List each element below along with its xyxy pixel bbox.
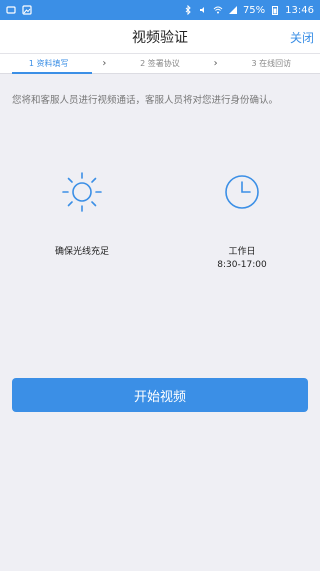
mute-icon xyxy=(199,7,204,13)
sun-icon xyxy=(62,172,102,212)
intro-text: 您将和客服人员进行视频通话，客服人员将对您进行身份确认。 xyxy=(12,95,279,106)
step-sign-agreement: 2 签署协议 xyxy=(140,59,180,68)
chevron-right-icon: › xyxy=(102,58,107,69)
notification-icon xyxy=(6,6,16,14)
bluetooth-icon xyxy=(185,5,191,15)
status-left xyxy=(6,5,32,15)
status-bar: 75% 13:46 xyxy=(0,0,320,20)
battery-icon xyxy=(272,6,279,15)
signal-icon xyxy=(228,6,237,14)
active-step-underline xyxy=(12,72,92,74)
wifi-icon xyxy=(213,6,223,14)
feature-lighting: 确保光线充足 xyxy=(22,170,142,259)
page-title: 视频验证 xyxy=(132,29,188,46)
image-icon xyxy=(22,5,32,15)
feature-working-hours: 工作日 8:30-17:00 xyxy=(182,170,302,272)
step-indicator: 1 资料填写 › 2 签署协议 › 3 在线回访 xyxy=(0,54,320,74)
step-online-callback: 3 在线回访 xyxy=(251,59,292,68)
lighting-label: 确保光线充足 xyxy=(54,247,109,257)
start-video-button[interactable]: 开始视频 xyxy=(12,378,308,412)
battery-text: 75% xyxy=(242,4,266,16)
clock-icon xyxy=(225,175,259,209)
step-fill-info: 1 资料填写 xyxy=(28,59,69,68)
nav-bar: 视频验证 关闭 xyxy=(0,20,320,54)
working-day-label: 工作日 xyxy=(228,247,256,257)
close-button[interactable]: 关闭 xyxy=(290,20,314,54)
chevron-right-icon: › xyxy=(213,58,218,69)
clock-text: 13:46 xyxy=(285,4,314,16)
status-right: 75% 13:46 xyxy=(183,5,314,16)
working-hours-text: 8:30-17:00 xyxy=(217,260,267,270)
